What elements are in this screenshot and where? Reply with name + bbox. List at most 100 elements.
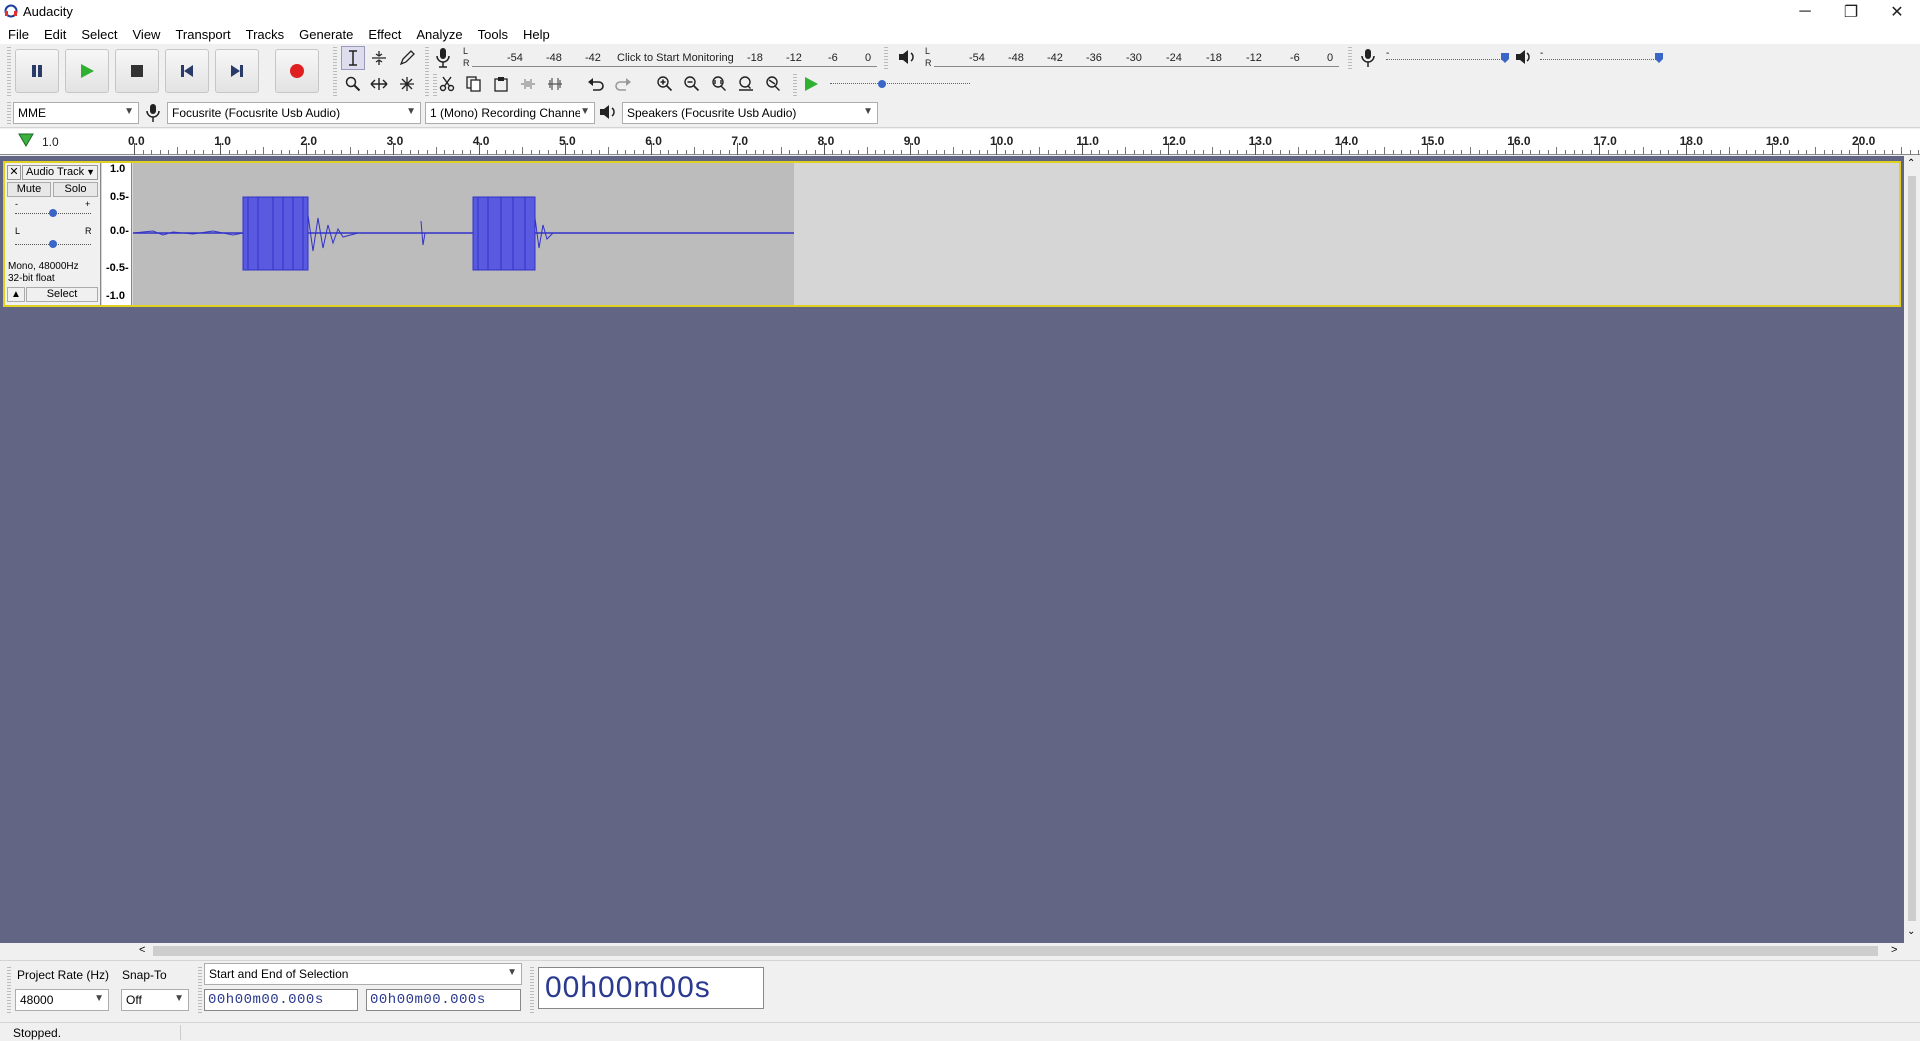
minimize-button[interactable]: ─: [1782, 0, 1828, 24]
menu-generate[interactable]: Generate: [299, 27, 353, 42]
menu-effect[interactable]: Effect: [368, 27, 401, 42]
menu-help[interactable]: Help: [523, 27, 550, 42]
fit-project-button[interactable]: [734, 72, 758, 96]
vertical-scrollbar[interactable]: ⌃ ⌄: [1904, 156, 1920, 943]
horizontal-scrollbar[interactable]: < >: [133, 943, 1904, 959]
toolbar-grip[interactable]: [7, 47, 11, 97]
scroll-left-icon[interactable]: <: [139, 944, 145, 956]
pause-button[interactable]: [15, 49, 59, 93]
stop-button[interactable]: [115, 49, 159, 93]
ruler-minor-tick: [1280, 150, 1282, 155]
ruler-minor-tick: [332, 150, 334, 155]
record-button[interactable]: [275, 49, 319, 93]
collapse-track-button[interactable]: ▲: [7, 287, 25, 302]
menu-transport[interactable]: Transport: [175, 27, 230, 42]
selection-end-time[interactable]: 00h00m00.000s: [366, 989, 521, 1011]
redo-button[interactable]: [611, 72, 635, 96]
vertical-scroll-thumb[interactable]: [1908, 176, 1916, 921]
multi-tool-button[interactable]: [395, 72, 419, 96]
toolbar-grip[interactable]: [198, 967, 202, 1015]
play-button[interactable]: [65, 49, 109, 93]
play-at-speed-button[interactable]: [799, 72, 823, 96]
selection-mode-select[interactable]: Start and End of Selection ▼: [204, 963, 522, 985]
zoom-out-button[interactable]: [680, 72, 704, 96]
audio-host-select[interactable]: MME ▼: [13, 102, 139, 124]
track-close-button[interactable]: ✕: [7, 165, 21, 180]
magnifier-icon: [345, 76, 361, 92]
zoom-in-button[interactable]: [653, 72, 677, 96]
scroll-down-icon[interactable]: ⌄: [1907, 926, 1915, 937]
meter-right-label: R: [463, 58, 470, 68]
track-empty-area[interactable]: [794, 163, 1899, 305]
toolbar-grip[interactable]: [530, 967, 534, 1015]
track-name-menu-button[interactable]: Audio Track ▼: [22, 165, 98, 180]
skip-to-end-button[interactable]: [215, 49, 259, 93]
zoom-toggle-button[interactable]: [761, 72, 785, 96]
close-button[interactable]: ✕: [1874, 0, 1920, 24]
play-head-triangle-icon[interactable]: [18, 133, 34, 147]
selection-start-time[interactable]: 00h00m00.000s: [204, 989, 358, 1011]
monitoring-hint[interactable]: Click to Start Monitoring: [617, 52, 734, 64]
slider-thumb[interactable]: [1654, 52, 1664, 64]
copy-button[interactable]: [462, 72, 486, 96]
toolbar-grip[interactable]: [7, 967, 11, 1015]
menu-view[interactable]: View: [133, 27, 161, 42]
ruler-tick-label: 11.0: [1076, 134, 1099, 148]
audio-clip[interactable]: [132, 163, 794, 305]
project-rate-select[interactable]: 48000 ▼: [15, 989, 109, 1011]
time-shift-tool-button[interactable]: [367, 72, 391, 96]
fit-selection-button[interactable]: [707, 72, 731, 96]
menu-tools[interactable]: Tools: [478, 27, 508, 42]
toolbar-grip[interactable]: [333, 47, 337, 97]
playback-meter[interactable]: -54 -48 -42 -36 -30 -24 -18 -12 -6 0: [934, 52, 1339, 68]
envelope-tool-button[interactable]: [367, 46, 391, 70]
menu-tracks[interactable]: Tracks: [246, 27, 285, 42]
ruler-minor-tick: [1392, 150, 1394, 155]
silence-button[interactable]: [543, 72, 567, 96]
trim-button[interactable]: [516, 72, 540, 96]
mute-button[interactable]: Mute: [7, 182, 51, 197]
playback-device-select[interactable]: Speakers (Focusrite Usb Audio) ▼: [622, 102, 878, 124]
toolbar-grip[interactable]: [425, 47, 429, 97]
menu-file[interactable]: File: [8, 27, 29, 42]
ruler-minor-tick: [1573, 150, 1575, 155]
recording-volume-slider[interactable]: -: [1386, 48, 1509, 66]
draw-tool-button[interactable]: [395, 46, 419, 70]
playback-meter-button[interactable]: [897, 48, 917, 69]
recording-channels-select[interactable]: 1 (Mono) Recording Channels ▼: [425, 102, 595, 124]
menu-analyze[interactable]: Analyze: [416, 27, 462, 42]
toolbar-grip[interactable]: [884, 47, 888, 69]
scroll-right-icon[interactable]: >: [1891, 944, 1897, 956]
solo-button[interactable]: Solo: [53, 182, 98, 197]
undo-button[interactable]: [584, 72, 608, 96]
slider-thumb[interactable]: [877, 77, 887, 89]
paste-button[interactable]: [489, 72, 513, 96]
select-track-button[interactable]: Select: [26, 287, 98, 302]
selection-tool-button[interactable]: [341, 46, 365, 70]
horizontal-scroll-thumb[interactable]: [153, 946, 1878, 956]
scroll-up-icon[interactable]: ⌃: [1907, 158, 1915, 169]
skip-to-start-button[interactable]: [165, 49, 209, 93]
slider-thumb[interactable]: [1500, 52, 1510, 64]
record-meter-button[interactable]: [434, 47, 452, 72]
play-speed-slider[interactable]: [830, 74, 970, 94]
ruler-minor-tick: [944, 150, 946, 155]
recording-meter[interactable]: -54 -48 -42 Click to Start Monitoring -1…: [472, 52, 877, 68]
maximize-button[interactable]: ❐: [1828, 0, 1874, 24]
snap-to-select[interactable]: Off ▼: [121, 989, 189, 1011]
playback-volume-slider[interactable]: -: [1540, 48, 1663, 66]
menu-edit[interactable]: Edit: [44, 27, 66, 42]
audio-position-display[interactable]: 00h00m00s: [538, 967, 764, 1009]
recording-device-select[interactable]: Focusrite (Focusrite Usb Audio) ▼: [167, 102, 421, 124]
toolbar-grip[interactable]: [793, 74, 797, 96]
toolbar-grip[interactable]: [1348, 47, 1352, 69]
pan-slider-thumb[interactable]: [48, 239, 58, 249]
toolbar-grip[interactable]: [7, 102, 11, 124]
timeline-ruler[interactable]: 1.0 0.0 1.0 2.0 3.0 4.0 5.0 6.0 7.0 8.0 9.0 10.0 11…: [0, 129, 1920, 155]
zoom-tool-button[interactable]: [341, 72, 365, 96]
scale-label: -1.0: [106, 290, 125, 302]
menu-select[interactable]: Select: [81, 27, 117, 42]
amplitude-scale[interactable]: 1.0 0.5- 0.0- -0.5- -1.0: [102, 163, 132, 305]
gain-slider-thumb[interactable]: [48, 208, 58, 218]
cut-button[interactable]: [435, 72, 459, 96]
